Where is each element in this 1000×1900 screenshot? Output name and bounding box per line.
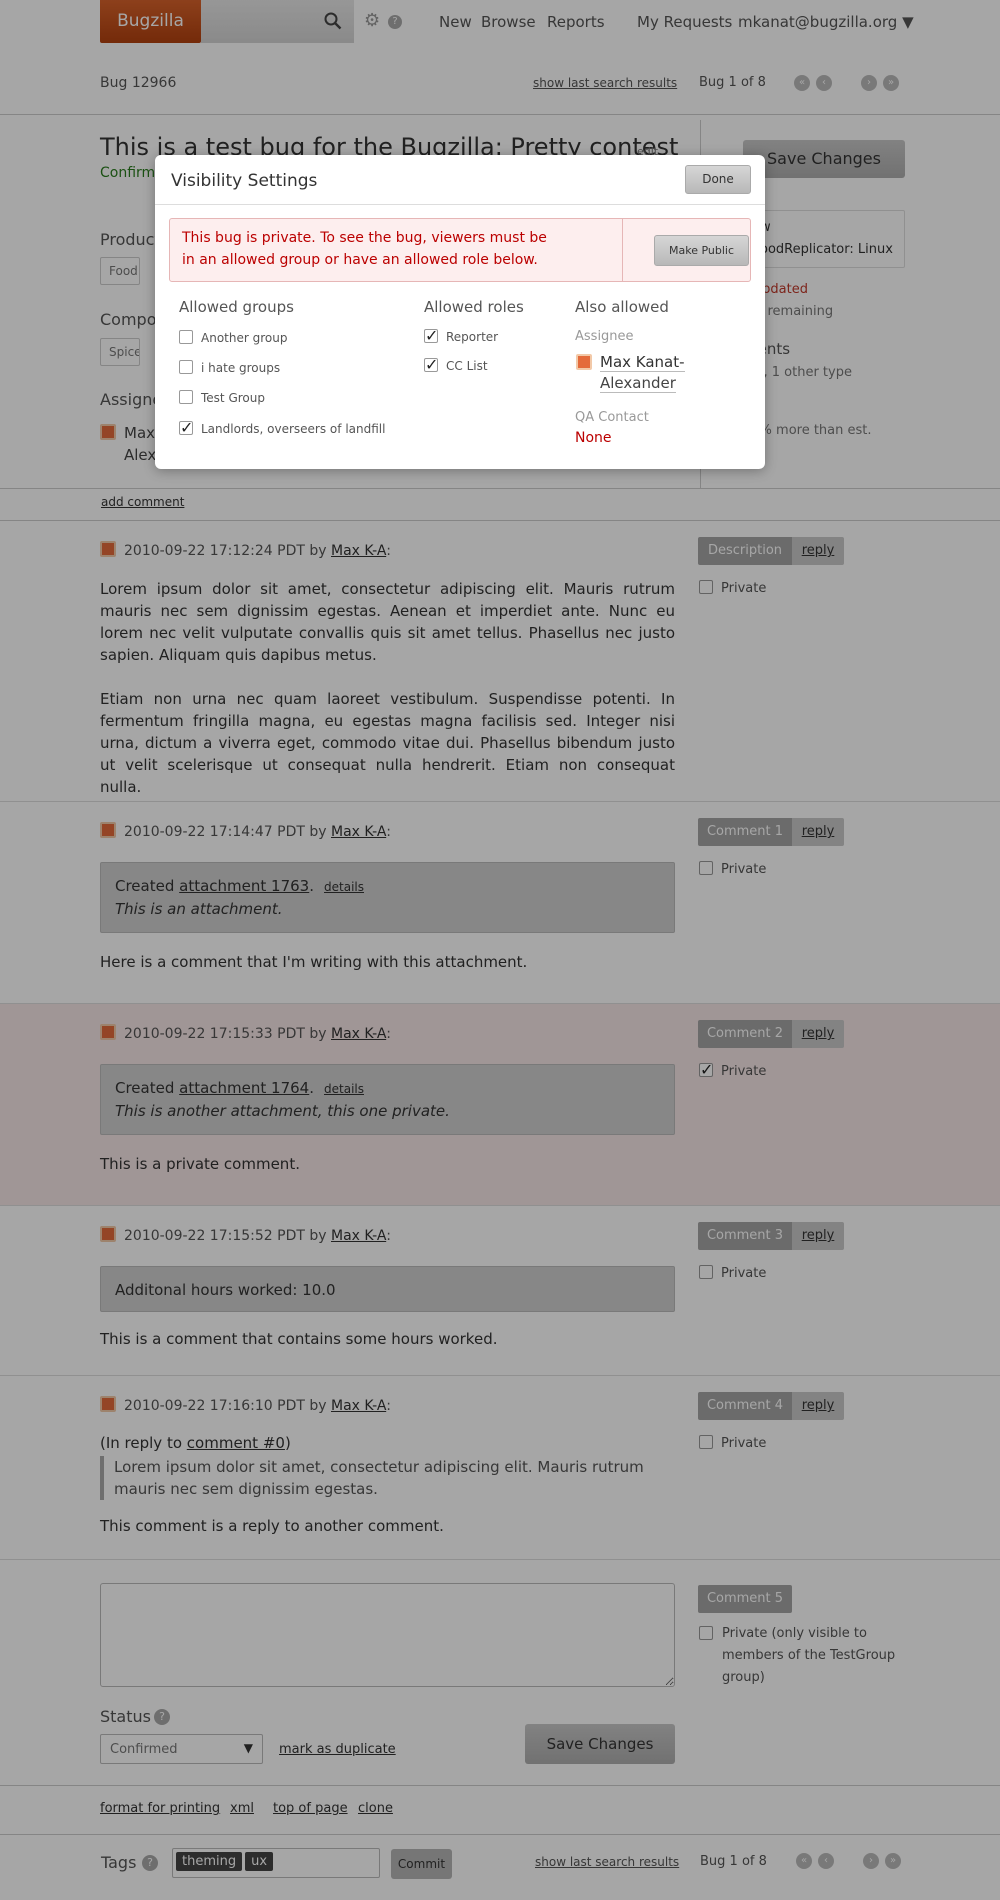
option-label: Another group: [201, 331, 288, 345]
allowed-groups-heading: Allowed groups: [179, 298, 294, 316]
qa-contact-value: None: [575, 430, 612, 446]
assignee-name[interactable]: Max Kanat- Alexander: [600, 352, 685, 394]
assignee-role-label: Assignee: [575, 329, 634, 344]
checkbox-checked[interactable]: [424, 326, 438, 345]
option-label: Landlords, overseers of landfill: [201, 422, 386, 436]
checkbox[interactable]: [179, 330, 193, 344]
avatar: [576, 354, 592, 370]
group-option-landlords[interactable]: Landlords, overseers of landfill: [179, 418, 386, 437]
option-label: i hate groups: [201, 361, 281, 375]
option-label: Test Group: [201, 391, 265, 405]
assignee-name-line1[interactable]: Max Kanat-: [600, 353, 685, 372]
also-allowed-heading: Also allowed: [575, 298, 669, 316]
done-button[interactable]: Done: [685, 165, 751, 194]
checkbox-checked[interactable]: [424, 355, 438, 374]
private-alert-text: This bug is private. To see the bug, vie…: [182, 230, 547, 268]
dialog-title: Visibility Settings: [171, 171, 318, 191]
group-option-test-group[interactable]: Test Group: [179, 390, 265, 405]
option-label: Reporter: [446, 330, 499, 344]
checkbox-checked[interactable]: [179, 418, 193, 437]
assignee-name-line2[interactable]: Alexander: [600, 374, 676, 393]
make-public-button[interactable]: Make Public: [654, 235, 749, 266]
checkbox[interactable]: [179, 360, 193, 374]
checkbox[interactable]: [179, 390, 193, 404]
visibility-settings-dialog: Visibility Settings Done This bug is pri…: [155, 155, 765, 469]
divider: [622, 219, 623, 281]
private-alert: This bug is private. To see the bug, vie…: [169, 218, 751, 282]
qa-contact-label: QA Contact: [575, 410, 649, 425]
role-option-reporter[interactable]: Reporter: [424, 326, 499, 345]
group-option-i-hate-groups[interactable]: i hate groups: [179, 360, 280, 375]
option-label: CC List: [446, 359, 488, 373]
role-option-cc-list[interactable]: CC List: [424, 355, 488, 374]
divider: [155, 204, 765, 205]
group-option-another-group[interactable]: Another group: [179, 330, 287, 345]
allowed-roles-heading: Allowed roles: [424, 298, 524, 316]
